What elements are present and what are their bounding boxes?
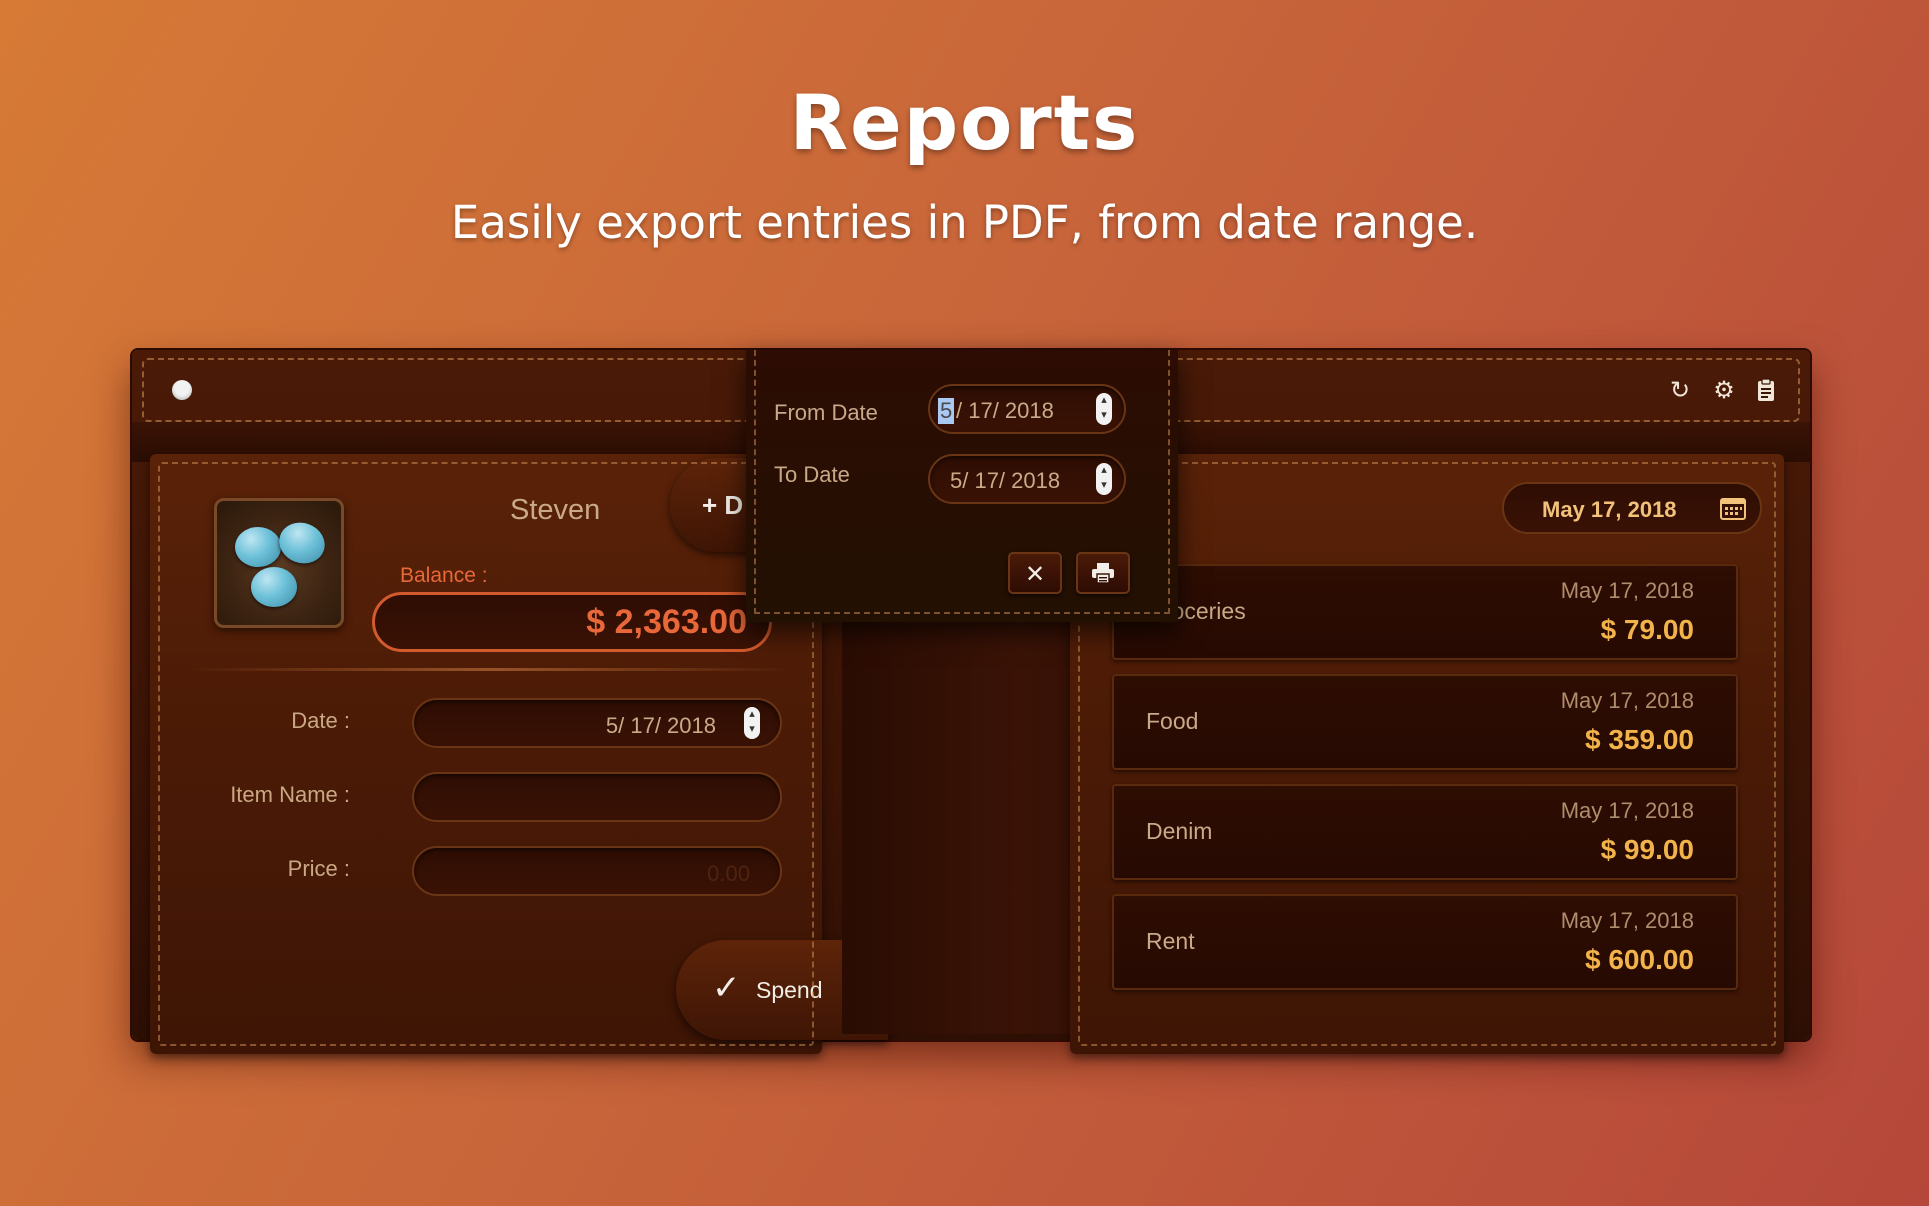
entry-date: May 17, 2018 xyxy=(1560,688,1694,713)
entry-amount: $ 79.00 xyxy=(1600,614,1694,645)
entry-amount: $ 600.00 xyxy=(1585,944,1694,975)
item-name-input[interactable] xyxy=(412,772,782,822)
new-entry-panel: Steven + D Balance : $ 2,363.00 Date : 5… xyxy=(150,454,888,1054)
calendar-icon[interactable] xyxy=(1720,496,1746,520)
price-label: Price : xyxy=(287,856,350,881)
divider xyxy=(190,668,790,671)
entry-amount: $ 359.00 xyxy=(1585,724,1694,755)
entry-row[interactable]: Food May 17, 2018 $ 359.00 xyxy=(1112,674,1738,770)
cancel-button[interactable]: ✕ xyxy=(1008,552,1062,594)
from-date-label: From Date xyxy=(774,400,878,425)
balance-label: Balance : xyxy=(400,564,488,587)
printer-icon xyxy=(1092,563,1114,584)
entry-date: May 17, 2018 xyxy=(1560,798,1694,823)
item-name-label: Item Name : xyxy=(230,782,350,807)
to-date-label: To Date xyxy=(774,462,850,487)
from-date-field[interactable]: 5 / 17/ 2018 ▴ ▾ xyxy=(928,384,1126,434)
entry-name: Food xyxy=(1146,708,1199,734)
settings-gear-icon[interactable]: ⚙ xyxy=(1708,374,1740,406)
close-window-button[interactable] xyxy=(172,380,192,400)
entry-amount: $ 99.00 xyxy=(1600,834,1694,865)
price-placeholder: 0.00 xyxy=(707,861,750,886)
entry-name: Rent xyxy=(1146,928,1195,954)
to-date-field[interactable]: 5/ 17/ 2018 ▴ ▾ xyxy=(928,454,1126,504)
balance-display: $ 2,363.00 xyxy=(372,592,772,652)
to-date-value: 5/ 17/ 2018 xyxy=(950,468,1061,493)
date-filter-field[interactable]: May 17, 2018 xyxy=(1502,482,1762,534)
egg-icon xyxy=(235,527,281,567)
avatar[interactable] xyxy=(214,498,344,628)
balance-value: $ 2,363.00 xyxy=(586,603,747,641)
date-value: 5/ 17/ 2018 xyxy=(605,713,716,738)
date-field[interactable]: 5/ 17/ 2018 ▴ ▾ xyxy=(412,698,782,748)
refresh-icon[interactable]: ↻ xyxy=(1664,374,1696,406)
selected-date: May 17, 2018 xyxy=(1542,497,1677,522)
entry-date: May 17, 2018 xyxy=(1560,908,1694,933)
date-stepper[interactable]: ▴ ▾ xyxy=(744,707,760,739)
hero-subtitle: Easily export entries in PDF, from date … xyxy=(450,196,1479,249)
price-input[interactable]: 0.00 xyxy=(412,846,782,896)
report-popover: From Date 5 / 17/ 2018 ▴ ▾ To Date 5/ 17/… xyxy=(746,350,1178,622)
entry-name: Denim xyxy=(1146,818,1213,844)
to-date-stepper[interactable]: ▴ ▾ xyxy=(1096,463,1112,495)
entry-row[interactable]: Denim May 17, 2018 $ 99.00 xyxy=(1112,784,1738,880)
checkmark-icon: ✓ xyxy=(712,968,741,1008)
entry-row[interactable]: Rent May 17, 2018 $ 600.00 xyxy=(1112,894,1738,990)
from-date-value: / 17/ 2018 xyxy=(956,398,1054,423)
clipboard-icon[interactable] xyxy=(1750,374,1782,406)
from-date-stepper[interactable]: ▴ ▾ xyxy=(1096,393,1112,425)
close-icon: ✕ xyxy=(1024,560,1046,588)
entry-date: May 17, 2018 xyxy=(1560,578,1694,603)
user-name: Steven xyxy=(510,494,601,526)
print-pdf-button[interactable] xyxy=(1076,552,1130,594)
egg-icon xyxy=(273,516,331,570)
spend-label: Spend xyxy=(756,977,823,1003)
date-label: Date : xyxy=(291,708,350,733)
from-date-month-selected[interactable]: 5 xyxy=(938,398,955,424)
app-window: ↻ ⚙ Steven + D Balance : $ 2,363.00 Date… xyxy=(132,350,1810,1054)
egg-icon xyxy=(251,567,297,607)
hero-title: Reports xyxy=(789,78,1140,167)
entry-row[interactable]: Groceries May 17, 2018 $ 79.00 xyxy=(1112,564,1738,660)
